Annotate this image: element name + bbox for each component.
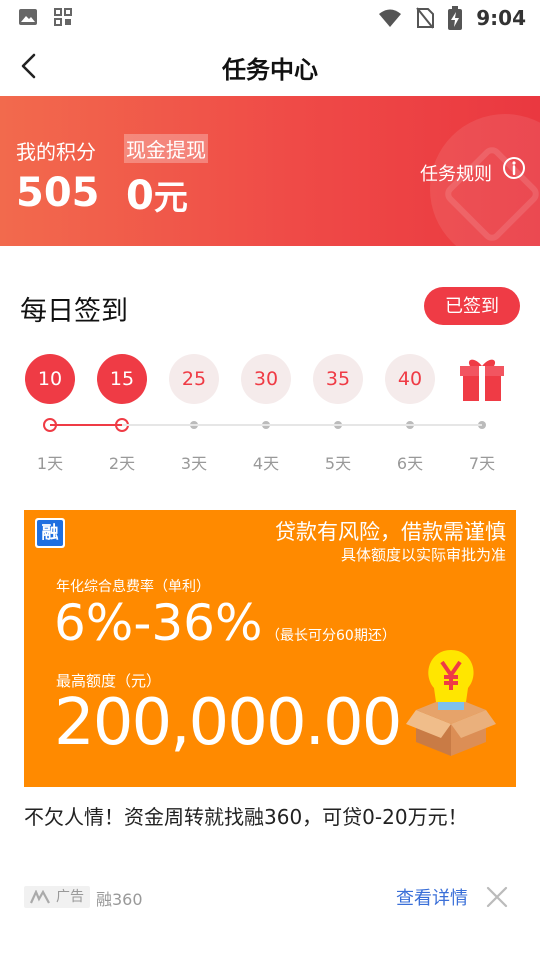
nav-header: 任务中心 xyxy=(0,36,540,96)
points-banner: 我的积分 现金提现 505 0元 任务规则 xyxy=(0,96,540,246)
info-icon[interactable] xyxy=(502,156,526,180)
battery-charging-icon xyxy=(448,6,463,30)
task-rules-link[interactable]: 任务规则 xyxy=(420,160,492,186)
no-sim-icon xyxy=(416,7,435,29)
day-label-4: 4天 xyxy=(252,454,280,473)
ad-limit-value: 200,000.00 xyxy=(54,686,402,760)
cash-value: 0元 xyxy=(126,170,188,219)
close-icon[interactable] xyxy=(484,884,510,910)
status-time: 9:04 xyxy=(476,6,526,30)
ad-caption[interactable]: 不欠人情！资金周转就找融360，可贷0-20万元！ xyxy=(24,800,516,834)
day-label-3: 3天 xyxy=(180,454,208,473)
day-label-5: 5天 xyxy=(324,454,352,473)
day-reward-4: 30 xyxy=(241,354,291,404)
ad-network-icon xyxy=(30,890,50,904)
apps-grid-icon xyxy=(54,8,72,26)
gallery-icon xyxy=(19,9,37,25)
ad-rate-note: （最长可分60期还） xyxy=(266,628,396,644)
cash-amount: 0 xyxy=(126,173,154,219)
ad-tag-label: 广告 xyxy=(56,889,84,905)
points-label: 我的积分 xyxy=(16,140,96,164)
day-label-1: 1天 xyxy=(36,454,64,473)
gift-icon xyxy=(460,359,504,401)
rong360-logo-mark: 融 xyxy=(37,520,63,546)
ad-risk-subtext: 具体额度以实际审批为准 xyxy=(340,546,506,564)
cash-withdraw-link[interactable]: 现金提现 xyxy=(124,134,208,163)
day-label-2: 2天 xyxy=(108,454,136,473)
rong360-logo: 融 xyxy=(35,518,65,548)
ad-rate-value: 6%-36% xyxy=(54,594,263,652)
ad-rate-label: 年化综合息费率（单利） xyxy=(56,579,210,595)
ad-risk-warning: 贷款有风险，借款需谨慎 xyxy=(275,520,506,544)
points-value: 505 xyxy=(16,170,100,216)
progress-track-filled xyxy=(50,424,122,426)
status-bar: 9:04 xyxy=(0,0,540,36)
status-right-icons: 9:04 xyxy=(378,6,526,30)
daily-sign-in-title: 每日签到 xyxy=(20,296,128,327)
ad-tag: 广告 xyxy=(24,886,90,908)
day-reward-6: 40 xyxy=(385,354,435,404)
ad-banner[interactable]: 融 贷款有风险，借款需谨慎 具体额度以实际审批为准 年化综合息费率（单利） 6%… xyxy=(24,510,516,787)
ad-source: 融360 xyxy=(96,890,143,909)
cash-unit: 元 xyxy=(153,178,188,218)
view-details-link[interactable]: 查看详情 xyxy=(396,884,468,910)
money-bulb-box-icon xyxy=(406,650,496,756)
day-reward-3: 25 xyxy=(169,354,219,404)
day-reward-5: 35 xyxy=(313,354,363,404)
wifi-icon xyxy=(379,9,402,27)
day-reward-1: 10 xyxy=(25,354,75,404)
day-label-7: 7天 xyxy=(468,454,496,473)
day-reward-2: 15 xyxy=(97,354,147,404)
day-label-6: 6天 xyxy=(396,454,424,473)
signed-in-button[interactable]: 已签到 xyxy=(424,287,520,325)
page-title: 任务中心 xyxy=(222,56,318,84)
status-left-icons xyxy=(18,8,72,26)
